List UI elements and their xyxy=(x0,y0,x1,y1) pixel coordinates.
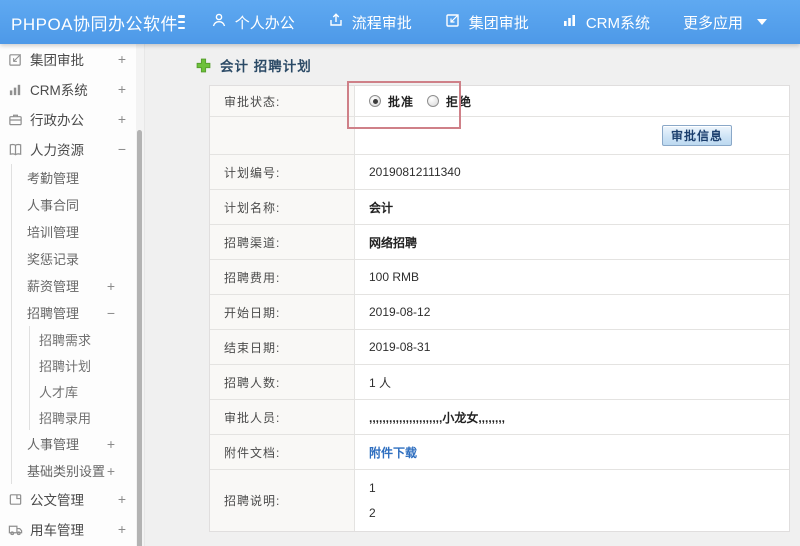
attachment-download-link[interactable]: 附件下载 xyxy=(369,444,417,461)
row-end-date: 结束日期: 2019-08-31 xyxy=(210,330,789,365)
headcount-value: 1 人 xyxy=(369,375,392,390)
chart-icon xyxy=(562,12,586,32)
recruit-cost-value: 100 RMB xyxy=(369,270,420,284)
row-approve-button: 审批信息 xyxy=(210,117,789,155)
expand-toggle[interactable]: + xyxy=(118,81,126,97)
row-attachment: 附件文档: 附件下载 xyxy=(210,435,789,470)
description-line: 2 xyxy=(369,505,376,520)
expand-toggle[interactable]: + xyxy=(107,463,115,479)
recruit-submenu: 招聘需求 招聘计划 人才库 招聘录用 xyxy=(29,326,144,430)
sidebar-item-admin-office[interactable]: 行政办公 + xyxy=(0,104,144,134)
plus-icon xyxy=(196,58,211,72)
page-title: 会计 招聘计划 xyxy=(196,55,312,75)
top-nav: 个人办公 流程审批 集团审批 CRM系统 更多应用 xyxy=(211,12,800,33)
app-logo: PHPOA协同办公软件 xyxy=(11,14,179,34)
sidebar-item-recruit-mgmt[interactable]: 招聘管理 − xyxy=(12,299,144,326)
sidebar-item-talent-pool[interactable]: 人才库 xyxy=(30,378,144,404)
top-header: PHPOA协同办公软件 个人办公 流程审批 集团审批 CRM系统 更多应用 xyxy=(0,0,800,44)
row-plan-name: 计划名称: 会计 xyxy=(210,190,789,225)
start-date-value: 2019-08-12 xyxy=(369,305,431,319)
sidebar-item-rewards[interactable]: 奖惩记录 xyxy=(12,245,144,272)
expand-toggle[interactable]: + xyxy=(118,491,126,507)
plan-number-value: 20190812111340 xyxy=(369,165,461,179)
recruit-plan-form: 审批状态: 批准 拒绝 审批信息 计划编号: 20190812111340 计划… xyxy=(209,85,790,532)
sidebar-item-training[interactable]: 培训管理 xyxy=(12,218,144,245)
nav-workflow-approval[interactable]: 流程审批 xyxy=(328,12,412,33)
sidebar-item-recruit-hire[interactable]: 招聘录用 xyxy=(30,404,144,430)
radio-approve-label: 批准 xyxy=(388,94,415,109)
edit-icon xyxy=(445,12,469,32)
sidebar-item-hr-contract[interactable]: 人事合同 xyxy=(12,191,144,218)
row-approval-status: 审批状态: 批准 拒绝 xyxy=(210,86,789,117)
nav-more-apps[interactable]: 更多应用 xyxy=(683,12,767,33)
sidebar-item-recruit-plan[interactable]: 招聘计划 xyxy=(30,352,144,378)
nav-group-approval[interactable]: 集团审批 xyxy=(445,12,529,33)
hr-submenu: 考勤管理 人事合同 培训管理 奖惩记录 薪资管理 + 招聘管理 − 招聘需求 招… xyxy=(11,164,144,484)
nav-crm-system[interactable]: CRM系统 xyxy=(562,12,650,33)
description-line: 1 xyxy=(369,480,376,495)
field-label: 审批状态: xyxy=(210,86,355,116)
expand-toggle[interactable]: + xyxy=(107,436,115,452)
caret-down-icon xyxy=(757,19,767,25)
briefcase-icon xyxy=(8,112,23,127)
row-approvers: 审批人员: ,,,,,,,,,,,,,,,,,,,,,,小龙女,,,,,,,, xyxy=(210,400,789,435)
expand-toggle[interactable]: + xyxy=(118,51,126,67)
doc-icon xyxy=(8,492,23,507)
radio-reject-label: 拒绝 xyxy=(446,94,473,109)
flow-icon xyxy=(328,12,352,32)
approval-info-button[interactable]: 审批信息 xyxy=(661,125,732,146)
sidebar-item-hr[interactable]: 人力资源 − xyxy=(0,134,144,164)
truck-icon xyxy=(8,522,23,537)
scrollbar-thumb[interactable] xyxy=(137,130,142,546)
edit-icon xyxy=(8,52,23,67)
sidebar-item-base-category[interactable]: 基础类别设置 + xyxy=(12,457,144,484)
book-icon xyxy=(8,142,23,157)
approval-radio-group: 批准 拒绝 xyxy=(369,93,485,110)
row-start-date: 开始日期: 2019-08-12 xyxy=(210,295,789,330)
row-plan-number: 计划编号: 20190812111340 xyxy=(210,155,789,190)
sidebar-item-recruit-demand[interactable]: 招聘需求 xyxy=(30,326,144,352)
sidebar-item-crm[interactable]: CRM系统 + xyxy=(0,74,144,104)
sidebar-scrollbar[interactable] xyxy=(136,44,144,546)
sidebar-item-personnel-mgmt[interactable]: 人事管理 + xyxy=(12,430,144,457)
expand-toggle[interactable]: + xyxy=(118,521,126,537)
nav-personal-office[interactable]: 个人办公 xyxy=(211,12,295,33)
main-content: 会计 招聘计划 审批状态: 批准 拒绝 审批信息 计划编号: 201908121… xyxy=(146,44,800,546)
approvers-value: ,,,,,,,,,,,,,,,,,,,,,,小龙女,,,,,,,, xyxy=(369,410,506,425)
row-recruit-description: 招聘说明: 1 2 xyxy=(210,470,789,531)
sidebar: 集团审批 + CRM系统 + 行政办公 + 人力资源 − 考勤管理 人事合同 培… xyxy=(0,44,145,546)
radio-reject[interactable] xyxy=(427,95,440,107)
sidebar-item-vehicle[interactable]: 用车管理 + xyxy=(0,514,144,544)
sidebar-item-group-approval[interactable]: 集团审批 + xyxy=(0,44,144,74)
row-headcount: 招聘人数: 1 人 xyxy=(210,365,789,400)
sidebar-item-documents[interactable]: 公文管理 + xyxy=(0,484,144,514)
sidebar-item-salary[interactable]: 薪资管理 + xyxy=(12,272,144,299)
row-recruit-cost: 招聘费用: 100 RMB xyxy=(210,260,789,295)
radio-approve[interactable] xyxy=(369,95,381,107)
recruit-channel-value: 网络招聘 xyxy=(369,235,418,250)
sidebar-item-attendance[interactable]: 考勤管理 xyxy=(12,164,144,191)
collapse-toggle[interactable]: − xyxy=(107,305,115,321)
menu-icon[interactable] xyxy=(178,15,185,29)
person-icon xyxy=(211,12,235,32)
collapse-toggle[interactable]: − xyxy=(118,141,126,157)
plan-name-value: 会计 xyxy=(369,200,394,215)
expand-toggle[interactable]: + xyxy=(118,111,126,127)
expand-toggle[interactable]: + xyxy=(107,278,115,294)
empty-label-cell xyxy=(210,117,355,154)
end-date-value: 2019-08-31 xyxy=(369,340,431,354)
row-recruit-channel: 招聘渠道: 网络招聘 xyxy=(210,225,789,260)
chart-icon xyxy=(8,82,23,97)
